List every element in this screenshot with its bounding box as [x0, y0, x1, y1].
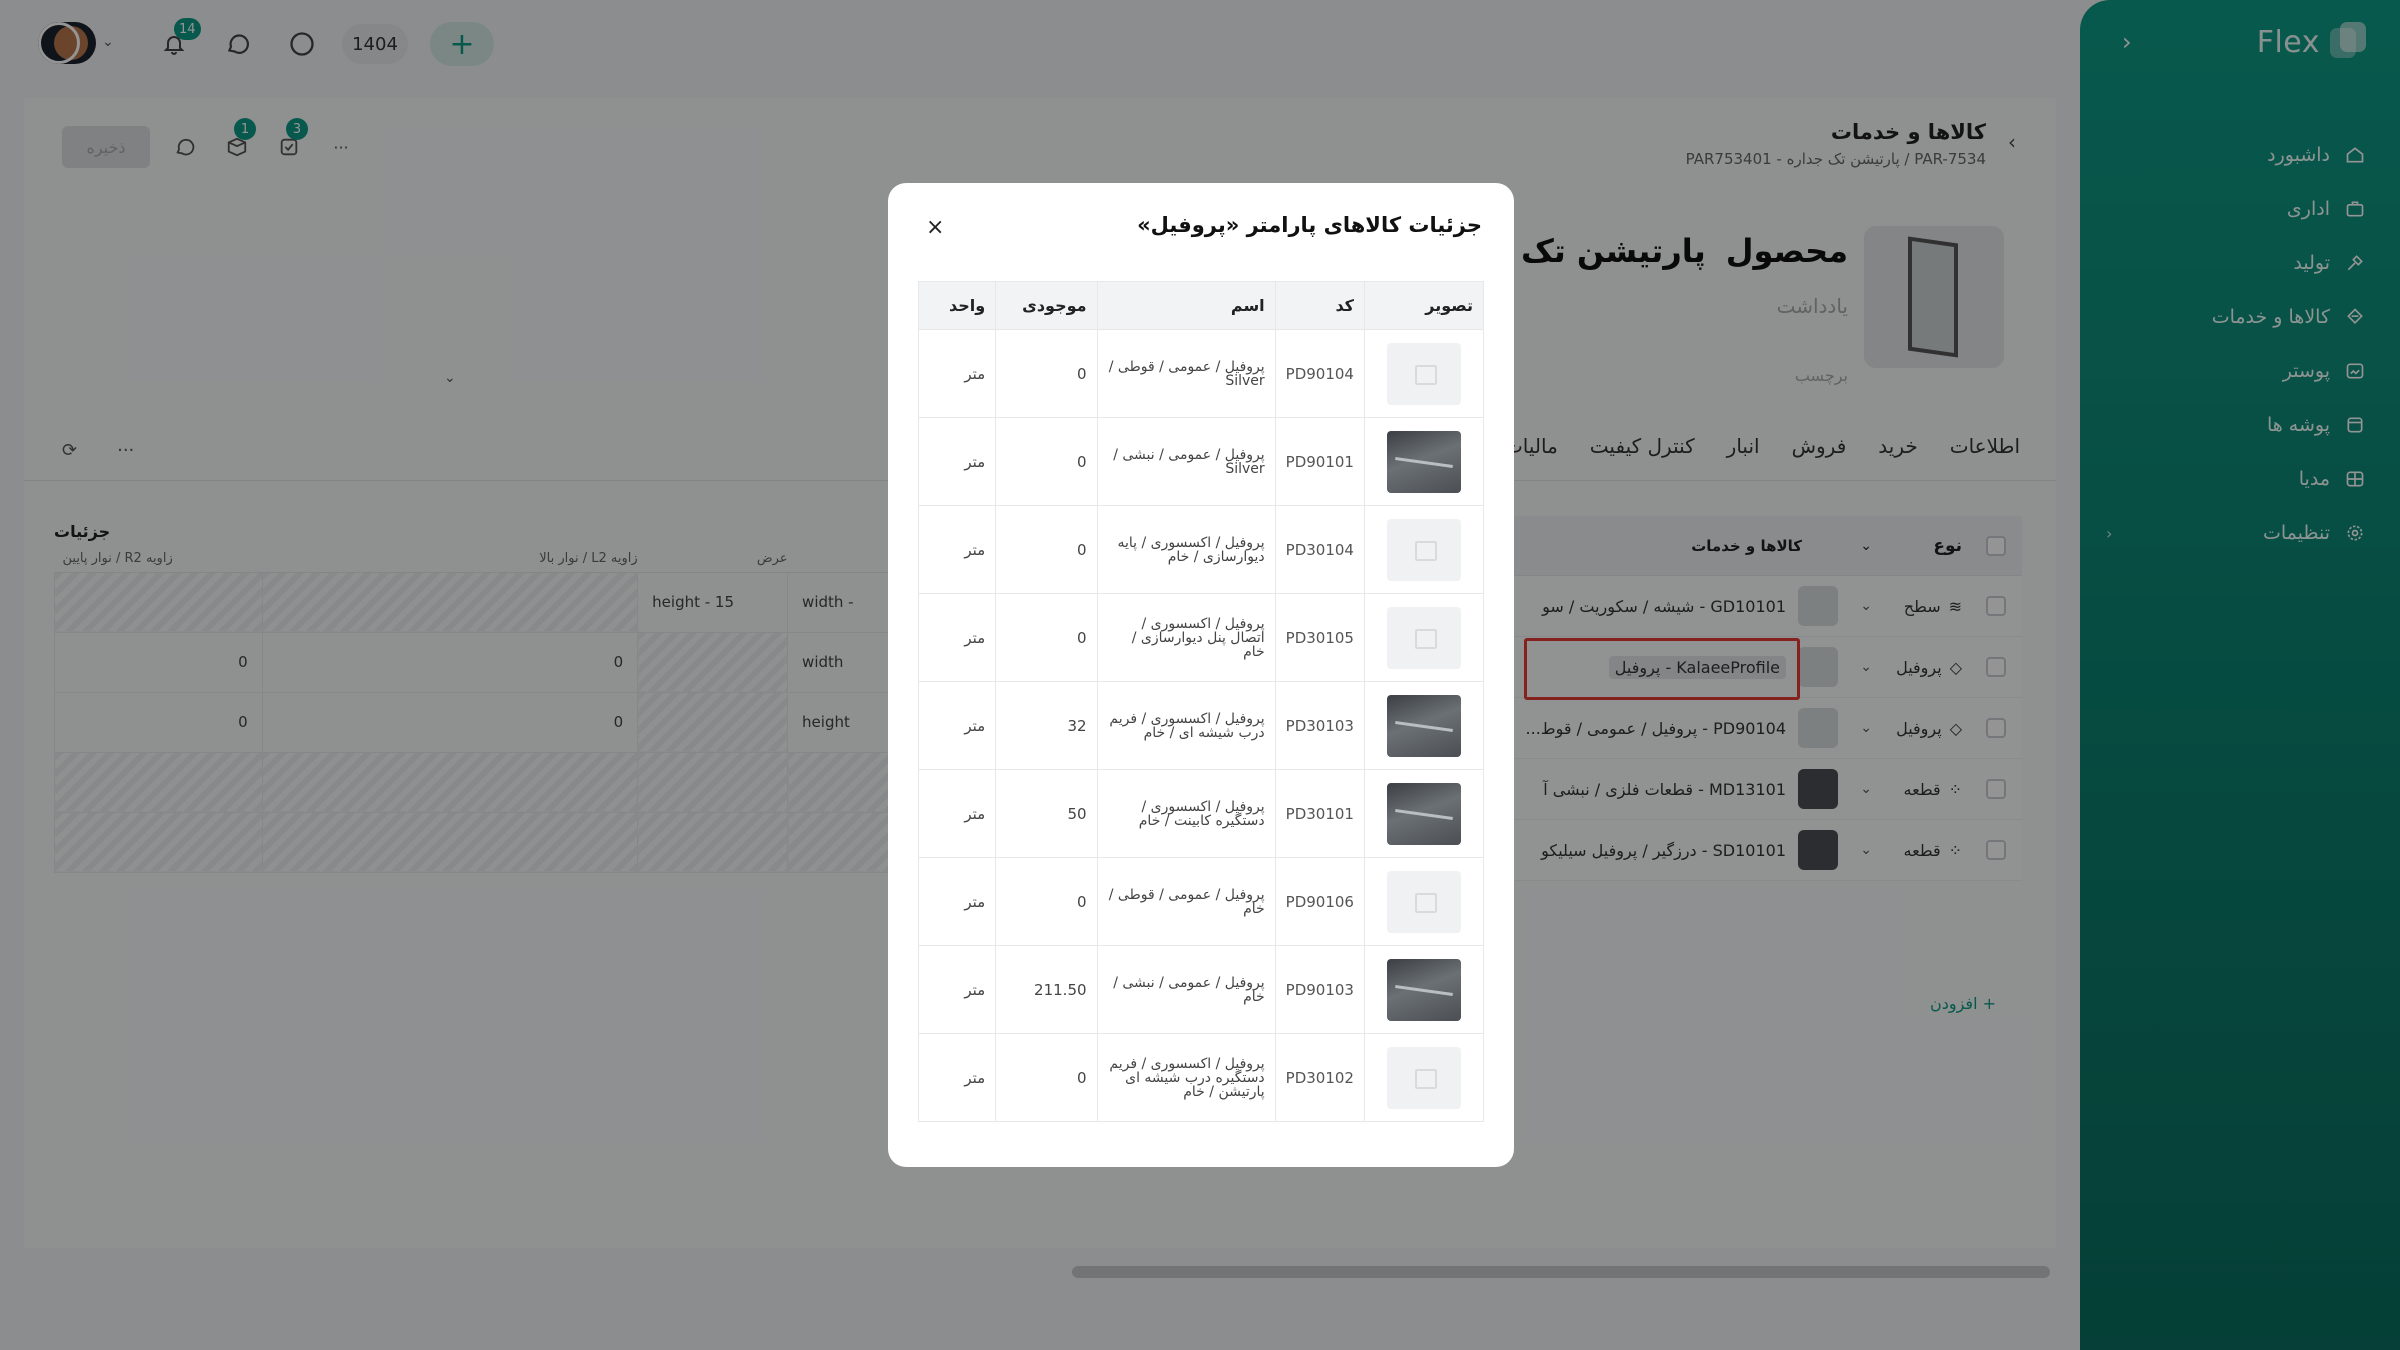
table-row[interactable]: PD90103 پروفیل / عمومی / نبشی / خام 211.… — [917, 945, 1485, 1034]
unit-cell: متر — [917, 681, 997, 770]
code-cell: PD30101 — [1274, 769, 1365, 858]
code-cell: PD90104 — [1274, 329, 1365, 418]
close-icon[interactable]: × — [926, 215, 944, 240]
image-cell — [1363, 769, 1485, 858]
table-row[interactable]: PD90101 پروفیل / عمومی / نبشی / Silver 0… — [917, 417, 1485, 506]
code-cell: PD30103 — [1274, 681, 1365, 770]
unit-cell: متر — [917, 417, 997, 506]
image-cell — [1363, 329, 1485, 418]
image-placeholder-icon — [1387, 342, 1461, 405]
column-header-image: تصویر — [1363, 281, 1485, 330]
product-photo — [1387, 430, 1461, 493]
modal-goods-table: تصویر کد اسم موجودی واحد PD90104 پروفیل … — [917, 281, 1485, 1122]
code-cell: PD90101 — [1274, 417, 1365, 506]
app-root: ⌄ 14 1404 + ذخیره 1 3 ··· ‹ کالاها و خدم… — [0, 0, 2400, 1350]
stock-cell: 0 — [995, 417, 1098, 506]
table-row[interactable]: PD90104 پروفیل / عمومی / قوطی / Silver 0… — [917, 329, 1485, 418]
code-cell: PD90106 — [1274, 857, 1365, 946]
stock-cell: 50 — [995, 769, 1098, 858]
image-placeholder-icon — [1387, 1046, 1461, 1109]
code-cell: PD30104 — [1274, 505, 1365, 594]
unit-cell: متر — [917, 329, 997, 418]
unit-cell: متر — [917, 505, 997, 594]
stock-cell: 0 — [995, 593, 1098, 682]
modal-title: جزئیات کالاهای پارامتر «پروفیل» — [1137, 213, 1482, 237]
stock-cell: 0 — [995, 1033, 1098, 1122]
stock-cell: 211.50 — [995, 945, 1098, 1034]
name-cell: پروفیل / عمومی / قوطی / خام — [1096, 857, 1276, 946]
code-cell: PD30102 — [1274, 1033, 1365, 1122]
image-cell — [1363, 945, 1485, 1034]
stock-cell: 0 — [995, 857, 1098, 946]
stock-cell: 32 — [995, 681, 1098, 770]
image-cell — [1363, 417, 1485, 506]
name-cell: پروفیل / عمومی / نبشی / Silver — [1096, 417, 1276, 506]
stock-cell: 0 — [995, 505, 1098, 594]
parameter-goods-modal: جزئیات کالاهای پارامتر «پروفیل» × تصویر … — [888, 183, 1514, 1167]
column-header-stock: موجودی — [995, 281, 1098, 330]
table-row[interactable]: PD30103 پروفیل / اکسسوری / فریم درب شیشه… — [917, 681, 1485, 770]
stock-cell: 0 — [995, 329, 1098, 418]
unit-cell: متر — [917, 593, 997, 682]
column-header-unit: واحد — [917, 281, 997, 330]
column-header-code: کد — [1274, 281, 1365, 330]
product-photo — [1387, 694, 1461, 757]
image-cell — [1363, 505, 1485, 594]
name-cell: پروفیل / اکسسوری / پایه دیوارسازی / خام — [1096, 505, 1276, 594]
image-cell — [1363, 593, 1485, 682]
unit-cell: متر — [917, 857, 997, 946]
name-cell: پروفیل / عمومی / قوطی / Silver — [1096, 329, 1276, 418]
unit-cell: متر — [917, 945, 997, 1034]
table-row[interactable]: PD30105 پروفیل / اکسسوری / اتصال پنل دیو… — [917, 593, 1485, 682]
name-cell: پروفیل / اکسسوری / فریم درب شیشه ای / خا… — [1096, 681, 1276, 770]
table-row[interactable]: PD30104 پروفیل / اکسسوری / پایه دیوارساز… — [917, 505, 1485, 594]
image-cell — [1363, 1033, 1485, 1122]
unit-cell: متر — [917, 1033, 997, 1122]
name-cell: پروفیل / عمومی / نبشی / خام — [1096, 945, 1276, 1034]
code-cell: PD90103 — [1274, 945, 1365, 1034]
table-row[interactable]: PD90106 پروفیل / عمومی / قوطی / خام 0 مت… — [917, 857, 1485, 946]
column-header-name: اسم — [1096, 281, 1276, 330]
name-cell: پروفیل / اکسسوری / دستگیره کابینت / خام — [1096, 769, 1276, 858]
product-photo — [1387, 958, 1461, 1021]
image-cell — [1363, 857, 1485, 946]
name-cell: پروفیل / اکسسوری / اتصال پنل دیوارسازی /… — [1096, 593, 1276, 682]
table-row[interactable]: PD30102 پروفیل / اکسسوری / فریم دستگیره … — [917, 1033, 1485, 1122]
code-cell: PD30105 — [1274, 593, 1365, 682]
image-placeholder-icon — [1387, 606, 1461, 669]
name-cell: پروفیل / اکسسوری / فریم دستگیره درب شیشه… — [1096, 1033, 1276, 1122]
image-cell — [1363, 681, 1485, 770]
table-row[interactable]: PD30101 پروفیل / اکسسوری / دستگیره کابین… — [917, 769, 1485, 858]
product-photo — [1387, 782, 1461, 845]
table-header-row: تصویر کد اسم موجودی واحد — [917, 281, 1485, 330]
unit-cell: متر — [917, 769, 997, 858]
image-placeholder-icon — [1387, 870, 1461, 933]
image-placeholder-icon — [1387, 518, 1461, 581]
